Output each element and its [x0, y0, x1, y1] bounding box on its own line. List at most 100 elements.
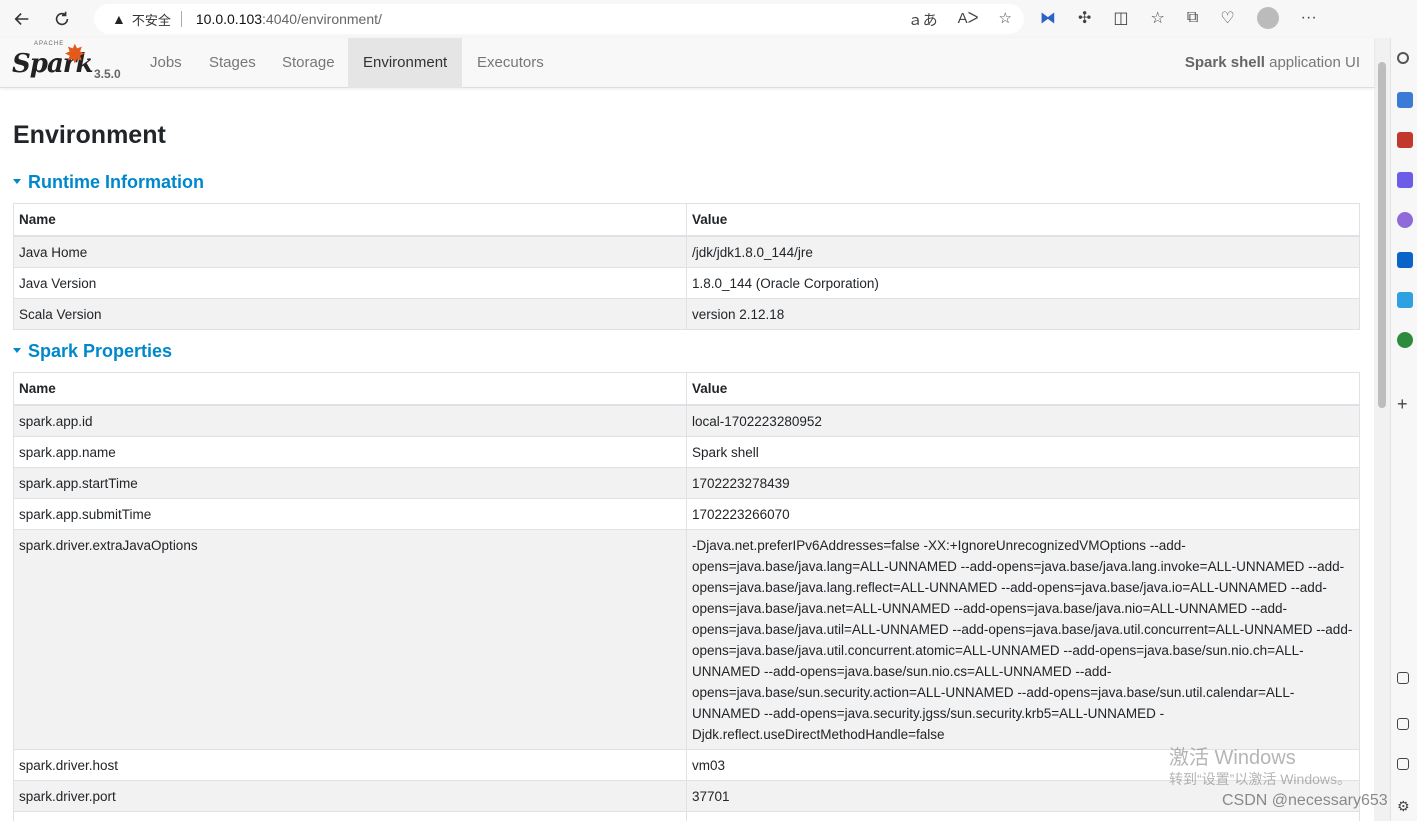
table-row: spark.driver.port 37701	[13, 780, 1360, 812]
tab-environment[interactable]: Environment	[348, 38, 462, 88]
property-name: spark.app.id	[13, 404, 687, 437]
copilot-icon[interactable]	[1397, 212, 1413, 228]
browser-tools: ⧓ ✣ ◫ ☆ ⧉ ♡ ···	[1040, 7, 1317, 29]
table-row: spark.app.name Spark shell	[13, 436, 1360, 468]
add-icon[interactable]: +	[1397, 395, 1413, 413]
tools-icon[interactable]	[1397, 132, 1413, 148]
warning-icon: ▲	[112, 11, 126, 27]
csdn-watermark: CSDN @necessary653	[1222, 792, 1388, 809]
favorites-icon[interactable]: ☆	[1151, 8, 1165, 28]
caret-down-icon	[13, 178, 21, 184]
address-divider	[180, 11, 182, 27]
table-row: spark.executor.extraJavaOptions -Djava.n…	[13, 811, 1360, 821]
caret-down-icon	[13, 347, 21, 353]
spark-properties-toggle[interactable]: Spark Properties	[13, 341, 172, 362]
tree-icon[interactable]	[1397, 332, 1413, 348]
page-title: Environment	[13, 121, 166, 149]
more-menu-icon[interactable]: ···	[1301, 9, 1317, 27]
page-scrollbar[interactable]	[1374, 38, 1390, 821]
scrollbar-thumb[interactable]	[1378, 62, 1386, 408]
property-name: spark.executor.extraJavaOptions	[13, 811, 687, 821]
property-name: spark.driver.port	[13, 780, 687, 812]
runtime-info-toggle[interactable]: Runtime Information	[13, 172, 204, 193]
url-host: 10.0.0.103	[195, 11, 263, 27]
table-row: spark.app.startTime 1702223278439	[13, 467, 1360, 499]
property-value: 1702223266070	[686, 498, 1360, 530]
table-header-row: Name Value	[13, 372, 1360, 406]
property-value: -Djava.net.preferIPv6Addresses=false -XX…	[686, 529, 1360, 750]
spark-properties-table: Name Value spark.app.id local-1702223280…	[13, 372, 1360, 821]
property-value: local-1702223280952	[686, 404, 1360, 437]
table-row: spark.app.submitTime 1702223266070	[13, 498, 1360, 530]
tab-jobs[interactable]: Jobs	[135, 38, 197, 88]
table-row: Java Home /jdk/jdk1.8.0_144/jre	[13, 235, 1360, 268]
windows-activation-subtitle: 转到“设置”以激活 Windows。	[1169, 771, 1352, 787]
refresh-button[interactable]	[44, 4, 80, 34]
outlook-icon[interactable]	[1397, 252, 1413, 268]
health-icon[interactable]: ♡	[1220, 8, 1234, 28]
property-name: spark.driver.extraJavaOptions	[13, 529, 687, 750]
tab-executors[interactable]: Executors	[462, 38, 559, 88]
column-header-name[interactable]: Name	[13, 372, 687, 406]
property-name: spark.driver.host	[13, 749, 687, 781]
app-title: Spark shell application UI	[1185, 38, 1360, 88]
sidebar-toggle-icon[interactable]	[1397, 718, 1409, 730]
runtime-info-heading: Runtime Information	[28, 172, 204, 192]
property-name: spark.app.startTime	[13, 467, 687, 499]
property-value: 1.8.0_144 (Oracle Corporation)	[686, 267, 1360, 299]
table-row: spark.driver.extraJavaOptions -Djava.net…	[13, 529, 1360, 750]
puzzle-extensions-icon[interactable]: ✣	[1078, 8, 1091, 28]
windows-activation-title: 激活 Windows	[1169, 747, 1296, 769]
read-aloud-icon[interactable]: A͏ᐳ	[958, 9, 979, 30]
property-name: spark.app.submitTime	[13, 498, 687, 530]
sidebar-app-icon[interactable]	[1397, 92, 1413, 108]
favorite-star-icon[interactable]: ☆	[999, 9, 1012, 30]
collections-icon[interactable]: ⧉	[1187, 9, 1198, 27]
tab-stages[interactable]: Stages	[194, 38, 271, 88]
app-suffix: application UI	[1269, 54, 1360, 71]
profile-avatar[interactable]	[1256, 7, 1279, 29]
search-icon[interactable]	[1397, 52, 1409, 64]
table-row: spark.driver.host vm03	[13, 749, 1360, 781]
table-row: spark.app.id local-1702223280952	[13, 404, 1360, 437]
browser-toolbar: ▲ 不安全 10.0.0.103:4040/environment/ ａあ A͏…	[0, 0, 1417, 38]
security-label: 不安全	[131, 12, 171, 28]
spark-properties-heading: Spark Properties	[28, 341, 173, 361]
back-arrow-icon	[14, 13, 29, 25]
spark-navbar: APACHE Spark ✸ 3.5.0 Jobs Stages Storage…	[0, 38, 1374, 88]
back-button[interactable]	[4, 4, 40, 34]
tab-storage[interactable]: Storage	[267, 38, 350, 88]
edge-sidebar: + ⚙	[1390, 38, 1417, 821]
split-screen-icon[interactable]: ◫	[1113, 8, 1128, 28]
external-link-icon[interactable]	[1397, 758, 1409, 770]
property-value: Spark shell	[686, 436, 1360, 468]
column-header-value[interactable]: Value	[686, 203, 1360, 237]
spark-logo[interactable]: APACHE Spark ✸	[12, 39, 94, 85]
column-header-value[interactable]: Value	[686, 372, 1360, 406]
property-name: spark.app.name	[13, 436, 687, 468]
property-value: -Djava.net.preferIPv6Addresses=false -XX…	[686, 811, 1360, 821]
spark-star-icon: ✸	[64, 39, 86, 69]
address-bar-icons: ａあ A͏ᐳ ☆	[908, 9, 1012, 30]
send-icon[interactable]	[1397, 292, 1413, 308]
translate-icon[interactable]: ａあ	[908, 9, 938, 30]
url-path: :4040/environment/	[262, 11, 382, 27]
address-bar[interactable]: ▲ 不安全 10.0.0.103:4040/environment/ ａあ A͏…	[94, 4, 1024, 34]
app-name: Spark shell	[1184, 54, 1265, 71]
screenshot-icon[interactable]	[1397, 672, 1409, 684]
column-header-name[interactable]: Name	[13, 203, 687, 237]
table-row: Java Version 1.8.0_144 (Oracle Corporati…	[13, 267, 1360, 299]
people-icon[interactable]	[1397, 172, 1413, 188]
property-value: 1702223278439	[686, 467, 1360, 499]
property-name: Java Version	[13, 267, 687, 299]
property-value: version 2.12.18	[686, 298, 1360, 330]
settings-gear-icon[interactable]: ⚙	[1397, 798, 1413, 814]
property-value: /jdk/jdk1.8.0_144/jre	[686, 235, 1360, 268]
property-name: Scala Version	[13, 298, 687, 330]
spark-version: 3.5.0	[94, 67, 121, 81]
table-header-row: Name Value	[13, 203, 1360, 237]
property-name: Java Home	[13, 235, 687, 268]
extension-icon[interactable]: ⧓	[1040, 8, 1056, 28]
refresh-icon	[55, 11, 69, 26]
runtime-info-table: Name Value Java Home /jdk/jdk1.8.0_144/j…	[13, 203, 1360, 330]
